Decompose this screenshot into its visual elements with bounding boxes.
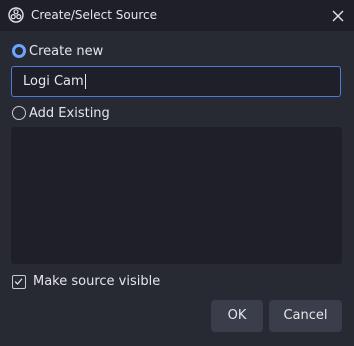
add-existing-label: Add Existing — [29, 105, 110, 121]
text-caret — [84, 74, 86, 89]
close-icon[interactable] — [328, 6, 348, 26]
obs-logo-icon — [8, 7, 24, 23]
create-new-radio[interactable] — [12, 44, 26, 58]
cancel-button[interactable]: Cancel — [269, 300, 342, 332]
source-name-input[interactable]: Logi Cam — [11, 66, 341, 97]
source-name-value: Logi Cam — [23, 74, 84, 89]
ok-button[interactable]: OK — [211, 300, 263, 332]
make-visible-label: Make source visible — [33, 274, 161, 289]
add-existing-option[interactable]: Add Existing — [12, 104, 110, 122]
existing-sources-list[interactable] — [11, 127, 342, 264]
checkmark-icon — [14, 277, 23, 285]
make-visible-checkbox[interactable] — [12, 274, 26, 289]
add-existing-radio[interactable] — [12, 106, 26, 120]
create-new-option[interactable]: Create new — [12, 42, 103, 60]
make-visible-option[interactable]: Make source visible — [12, 273, 160, 290]
window-title: Create/Select Source — [31, 8, 157, 22]
create-new-label: Create new — [29, 43, 104, 59]
title-bar: Create/Select Source — [0, 0, 354, 31]
